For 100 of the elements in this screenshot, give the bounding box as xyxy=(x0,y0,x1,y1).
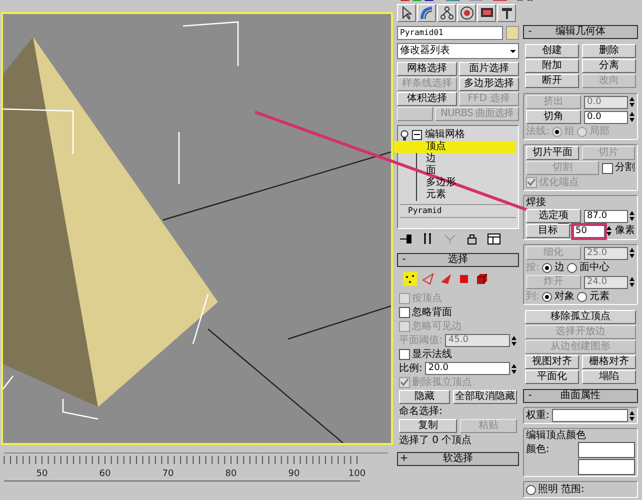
group-title: 编辑顶点颜色 xyxy=(526,430,587,441)
rollout-toggle[interactable]: + xyxy=(398,453,410,465)
number-field[interactable]: 87.0 xyxy=(584,210,628,222)
field-label: 平面阈值: xyxy=(399,334,442,346)
tool-button[interactable]: 复制 xyxy=(399,419,456,433)
rollout-header[interactable]: - 编辑几何体 xyxy=(523,25,638,39)
modifier-button[interactable]: 面片选择 xyxy=(459,62,519,76)
modifier-button[interactable]: 体积选择 xyxy=(397,92,457,106)
tool-button[interactable]: 分离 xyxy=(582,59,636,73)
ruler-label: 70 xyxy=(162,469,174,479)
radio-button[interactable] xyxy=(526,484,536,494)
modify-tab[interactable] xyxy=(417,4,436,22)
motion-icon xyxy=(460,6,474,20)
hierarchy-tab[interactable] xyxy=(437,4,456,22)
sub-object-item[interactable]: 元素 xyxy=(416,189,516,201)
ruler-label: 50 xyxy=(36,469,48,479)
checkbox[interactable] xyxy=(399,307,410,318)
radio-button[interactable] xyxy=(567,262,578,272)
radio-label: 局部 xyxy=(589,126,610,138)
checkbox-label: 分割 xyxy=(615,162,635,174)
field-label: 选择了 0 个顶点 xyxy=(399,434,472,446)
checkbox[interactable] xyxy=(399,349,410,360)
tool-button[interactable]: 视图对齐 xyxy=(525,355,579,369)
tool-button[interactable]: 隐藏 xyxy=(399,390,450,404)
ruler-label: 60 xyxy=(99,469,111,479)
field-label: 像素 xyxy=(615,225,635,237)
pin-icon[interactable] xyxy=(399,233,413,245)
vertex-icon xyxy=(404,273,416,285)
radio-button[interactable] xyxy=(577,292,588,302)
create-tab[interactable] xyxy=(397,4,416,22)
modifier-button[interactable]: 网格选择 xyxy=(397,62,457,76)
checkbox-label: 优化端点 xyxy=(539,176,579,188)
tool-button[interactable]: 切角 xyxy=(526,110,581,124)
radio-label: 边 xyxy=(554,262,564,274)
modifier-list-dropdown[interactable]: 修改器列表 xyxy=(397,43,519,59)
rollout-title: 选择 xyxy=(447,254,469,266)
color-swatch[interactable] xyxy=(578,442,635,458)
field-label: 范围: xyxy=(561,484,584,496)
configure-icon[interactable] xyxy=(487,233,501,245)
sub-object-item[interactable]: 边 xyxy=(416,153,516,165)
rollout-header[interactable]: + 软选择 xyxy=(397,452,519,466)
viewport[interactable] xyxy=(1,12,393,445)
number-field[interactable] xyxy=(552,409,628,422)
expand-toggle[interactable] xyxy=(412,130,422,140)
cube-icon xyxy=(476,273,488,285)
modifier-button[interactable]: 多边形选择 xyxy=(459,77,519,91)
rollout-title: 曲面属性 xyxy=(560,390,602,402)
tool-button[interactable]: 栅格对齐 xyxy=(582,355,636,369)
square-icon xyxy=(458,273,470,285)
tool-button[interactable]: 创建 xyxy=(525,44,579,58)
element-level-button[interactable] xyxy=(475,272,489,286)
rollout-toggle[interactable]: - xyxy=(524,26,536,38)
rollout-toggle[interactable]: - xyxy=(398,254,410,266)
rollout-toggle[interactable]: - xyxy=(524,390,536,402)
object-color-swatch[interactable] xyxy=(506,26,519,40)
tool-button[interactable]: 断开 xyxy=(525,74,579,88)
cursor-icon xyxy=(400,6,414,20)
checkbox-label: 忽略背面 xyxy=(412,306,452,318)
radio-label: 面中心 xyxy=(579,262,610,274)
tree-line xyxy=(416,153,417,201)
sub-object-item[interactable]: 面 xyxy=(416,165,516,177)
checkbox-label: 按顶点 xyxy=(412,292,442,304)
field-label: 按: xyxy=(526,262,540,274)
tool-button[interactable]: 平面化 xyxy=(525,370,579,384)
stack-item[interactable]: 编辑网格 xyxy=(425,129,465,141)
sub-object-item[interactable]: 顶点 xyxy=(394,141,516,153)
rollout-header[interactable]: - 曲面属性 xyxy=(523,389,638,403)
tool-button[interactable]: 附加 xyxy=(525,59,579,73)
field-label: 颜色: xyxy=(526,444,550,456)
field-label: 命名选择: xyxy=(399,406,442,418)
object-name-field[interactable]: Pyramid01 xyxy=(397,26,503,40)
tool-button[interactable]: 切片平面 xyxy=(526,146,579,160)
tool-button[interactable]: 塌陷 xyxy=(582,370,636,384)
face-level-button[interactable] xyxy=(439,272,453,286)
radio-label: 照明 xyxy=(538,484,558,496)
radio-label: 对象 xyxy=(554,290,574,302)
display-tab[interactable] xyxy=(477,4,496,22)
triangle-icon xyxy=(440,273,452,285)
triangle-outline-icon xyxy=(422,273,434,285)
rollout-header[interactable]: - 选择 xyxy=(397,253,519,267)
tool-button[interactable]: 移除孤立顶点 xyxy=(525,310,636,324)
radio-button[interactable] xyxy=(542,262,552,272)
tool-button[interactable]: 选定项 xyxy=(526,209,581,223)
vertex-level-button[interactable] xyxy=(403,272,417,286)
motion-tab[interactable] xyxy=(457,4,476,22)
number-field[interactable]: 0.0 xyxy=(584,110,628,124)
lock-icon[interactable] xyxy=(465,233,479,245)
radio-button[interactable] xyxy=(542,292,552,302)
group-title: 焊接 xyxy=(526,197,547,208)
utilities-tab[interactable] xyxy=(497,4,516,22)
number-field[interactable]: 50 xyxy=(572,224,605,238)
color-swatch[interactable] xyxy=(578,459,635,475)
timeline-ruler[interactable]: 50 60 70 80 90 100 xyxy=(0,451,388,485)
number-field[interactable]: 20.0 xyxy=(425,362,510,375)
tool-button[interactable]: 删除 xyxy=(582,44,636,58)
tool-button[interactable]: 全部取消隐藏 xyxy=(453,390,517,404)
tool-button[interactable]: 目标 xyxy=(526,224,570,238)
light-bulb-icon[interactable] xyxy=(400,130,409,140)
checkbox[interactable] xyxy=(602,162,613,174)
hammer-icon xyxy=(500,6,514,20)
